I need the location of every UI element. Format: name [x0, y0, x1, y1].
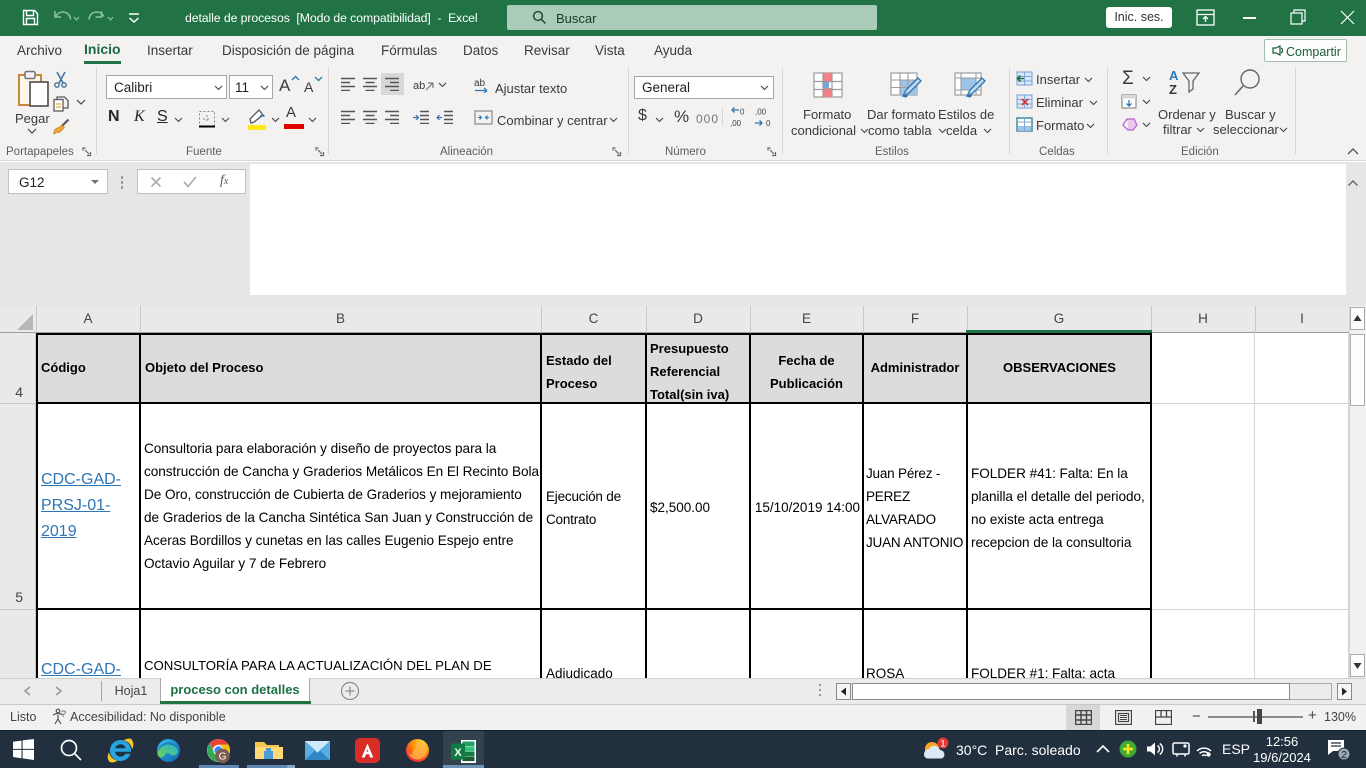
svg-text:,00: ,00	[730, 119, 742, 128]
svg-text:0: 0	[766, 119, 771, 128]
svg-text:ab: ab	[474, 78, 486, 89]
svg-text:ab: ab	[413, 80, 425, 92]
svg-text:2: 2	[1341, 749, 1347, 761]
svg-text:1: 1	[940, 739, 945, 750]
svg-text:,00: ,00	[755, 108, 767, 117]
svg-text:G: G	[219, 752, 227, 763]
svg-text:X: X	[454, 747, 462, 759]
svg-text:0: 0	[740, 108, 745, 117]
svg-text:?: ?	[61, 709, 66, 719]
